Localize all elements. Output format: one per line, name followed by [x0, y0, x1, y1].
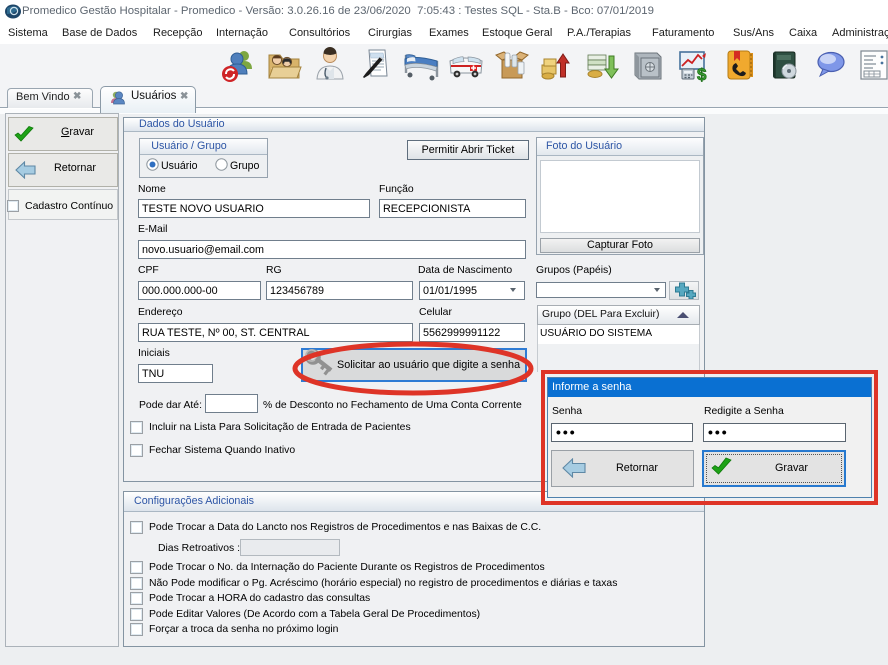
svg-text:$: $ [697, 65, 707, 83]
